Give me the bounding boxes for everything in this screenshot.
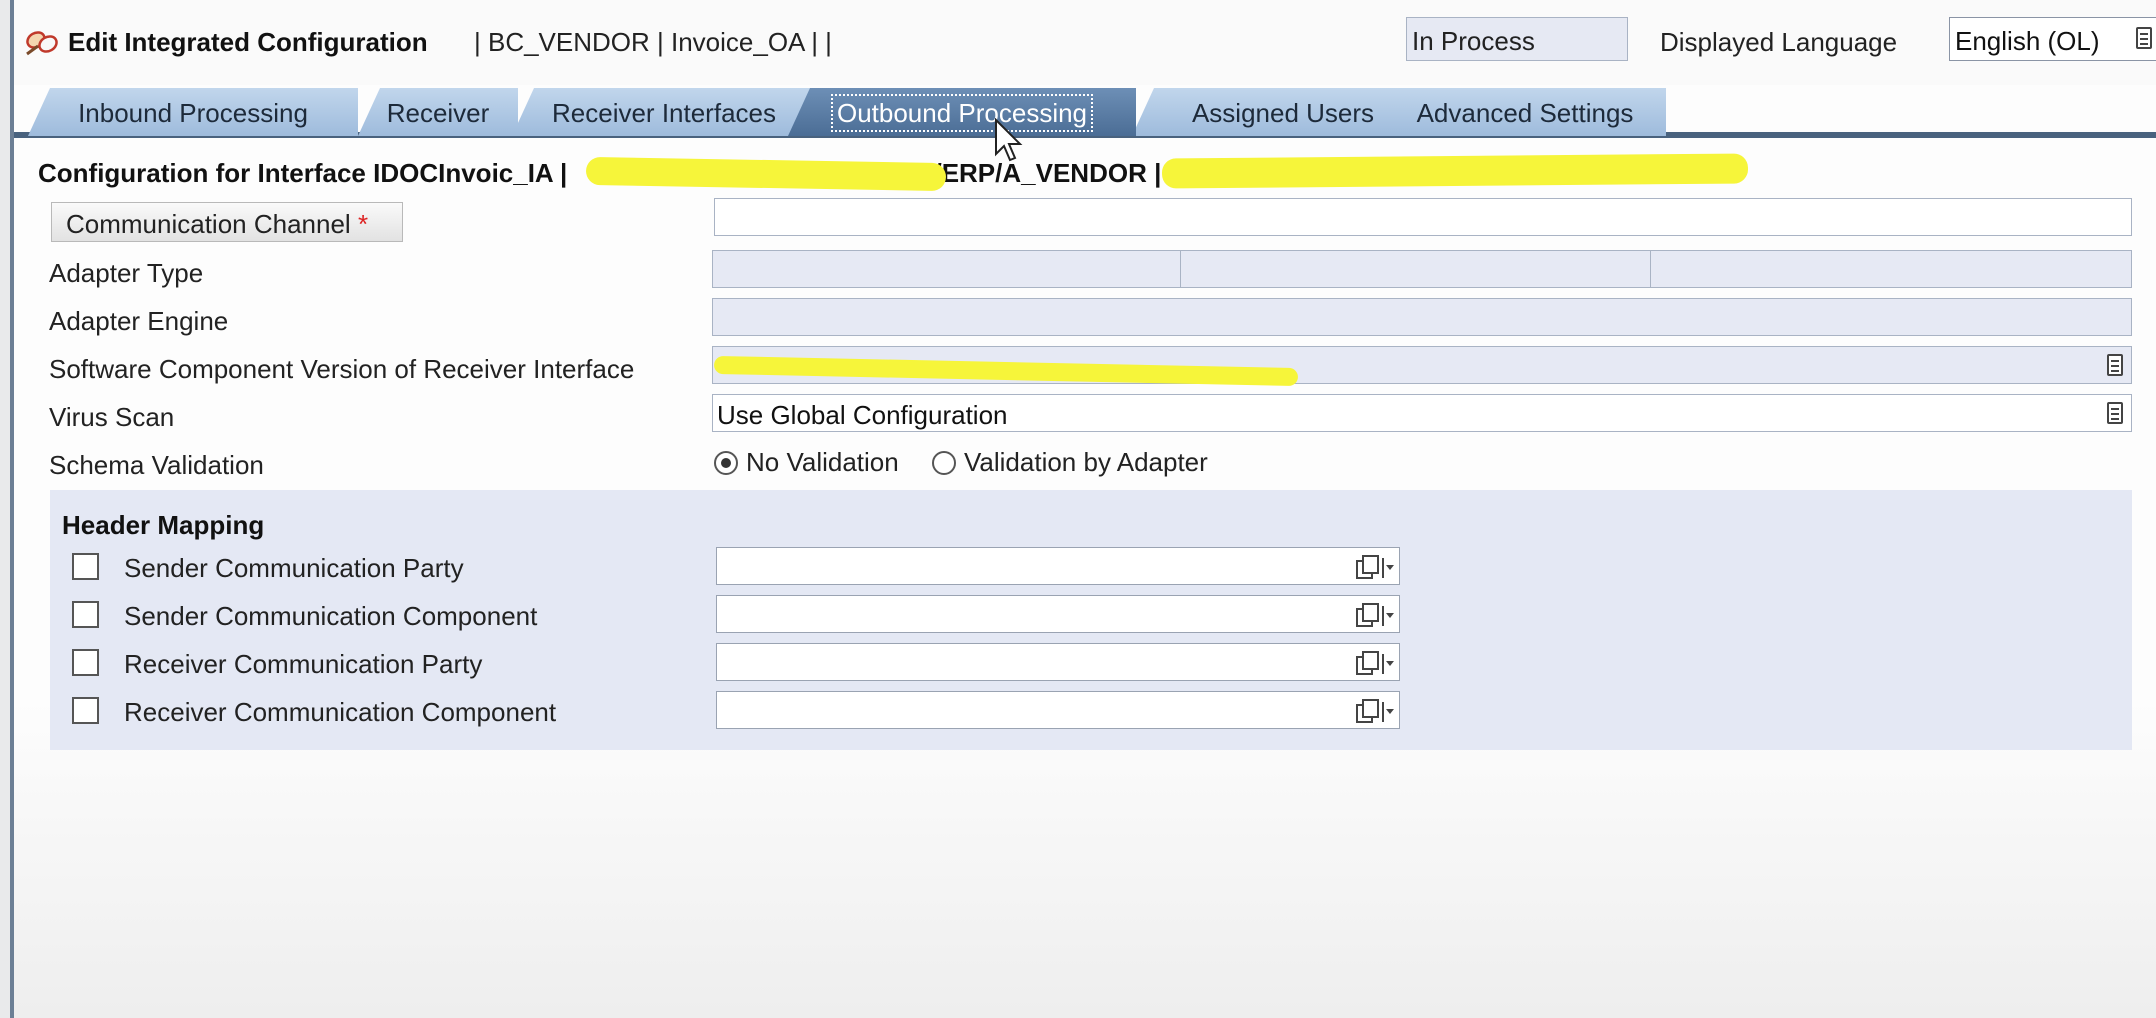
checkbox-receiver-party[interactable] (72, 649, 99, 676)
communication-channel-input[interactable] (714, 198, 2132, 236)
receiver-party-label: Receiver Communication Party (124, 649, 483, 679)
value-help-icon[interactable] (1355, 650, 1395, 676)
tab-outbound-processing[interactable]: Outbound Processing (788, 88, 1136, 136)
tab-receiver[interactable]: Receiver (358, 88, 518, 136)
tab-label: Inbound Processing (78, 98, 308, 128)
header-mapping-title: Header Mapping (62, 510, 265, 540)
virus-scan-label: Virus Scan (49, 402, 175, 432)
radio-validation-by-adapter[interactable]: Validation by Adapter (932, 447, 1208, 478)
radio-button[interactable] (932, 450, 956, 475)
main-window: Edit Integrated Configuration | BC_VENDO… (10, 0, 2156, 1018)
radio-no-validation[interactable]: No Validation (714, 447, 899, 478)
tab-advanced-settings[interactable]: Advanced Settings (1384, 88, 1666, 136)
value-help-icon[interactable] (1355, 554, 1395, 580)
status-field: In Process (1406, 17, 1628, 61)
dropdown-list-icon[interactable] (2107, 402, 2123, 424)
integration-config-icon (26, 31, 58, 56)
title-bar: Edit Integrated Configuration | BC_VENDO… (14, 0, 2156, 85)
config-title-middle: /ERP/A_VENDOR | (934, 158, 1162, 188)
checkbox-sender-party[interactable] (72, 553, 99, 580)
communication-channel-label: Communication Channel (66, 209, 351, 239)
adapter-type-label: Adapter Type (49, 258, 204, 288)
schema-validation-label: Schema Validation (49, 450, 264, 480)
tab-label: Assigned Users (1191, 98, 1375, 128)
config-title-prefix: Configuration for Interface IDOCInvoic_I… (38, 158, 575, 188)
tab-label: Receiver Interfaces (552, 98, 776, 128)
value-help-icon[interactable] (1355, 602, 1395, 628)
checkbox-sender-component[interactable] (72, 601, 99, 628)
communication-channel-button[interactable]: Communication Channel * (51, 202, 403, 242)
dropdown-list-icon[interactable] (2136, 27, 2152, 49)
sender-party-label: Sender Communication Party (124, 553, 464, 583)
virus-scan-value: Use Global Configuration (717, 400, 1008, 430)
virus-scan-select[interactable]: Use Global Configuration (712, 394, 2132, 432)
adapter-engine-label: Adapter Engine (49, 306, 229, 336)
sender-component-input[interactable] (716, 595, 1400, 633)
required-marker: * (357, 209, 369, 239)
adapter-type-field (712, 250, 1184, 288)
redaction-highlight (1161, 153, 1749, 189)
radio-button-selected[interactable] (714, 450, 738, 475)
swcv-label: Software Component Version of Receiver I… (49, 354, 635, 384)
page-title: Edit Integrated Configuration (68, 27, 428, 57)
sender-component-label: Sender Communication Component (124, 601, 538, 631)
object-path: | BC_VENDOR | Invoice_OA | | (474, 27, 832, 57)
tab-label: Receiver (386, 98, 490, 128)
adapter-engine-field (712, 298, 2132, 336)
dropdown-list-icon[interactable] (2107, 354, 2123, 376)
tab-label: Outbound Processing (830, 94, 1094, 132)
value-help-icon[interactable] (1355, 698, 1395, 724)
language-select[interactable]: English (OL) (1949, 17, 2156, 61)
tab-receiver-interfaces[interactable]: Receiver Interfaces (512, 88, 816, 136)
receiver-component-label: Receiver Communication Component (124, 697, 557, 727)
adapter-namespace-field (1180, 250, 1653, 288)
language-label: Displayed Language (1660, 27, 1898, 57)
tab-inbound-processing[interactable]: Inbound Processing (28, 88, 358, 136)
adapter-swcv-field (1650, 250, 2132, 288)
radio-label: No Validation (746, 447, 899, 477)
receiver-component-input[interactable] (716, 691, 1400, 729)
checkbox-receiver-component[interactable] (72, 697, 99, 724)
receiver-party-input[interactable] (716, 643, 1400, 681)
radio-label: Validation by Adapter (964, 447, 1208, 477)
language-value: English (OL) (1955, 26, 2100, 56)
sender-party-input[interactable] (716, 547, 1400, 585)
tab-label: Advanced Settings (1416, 98, 1634, 128)
